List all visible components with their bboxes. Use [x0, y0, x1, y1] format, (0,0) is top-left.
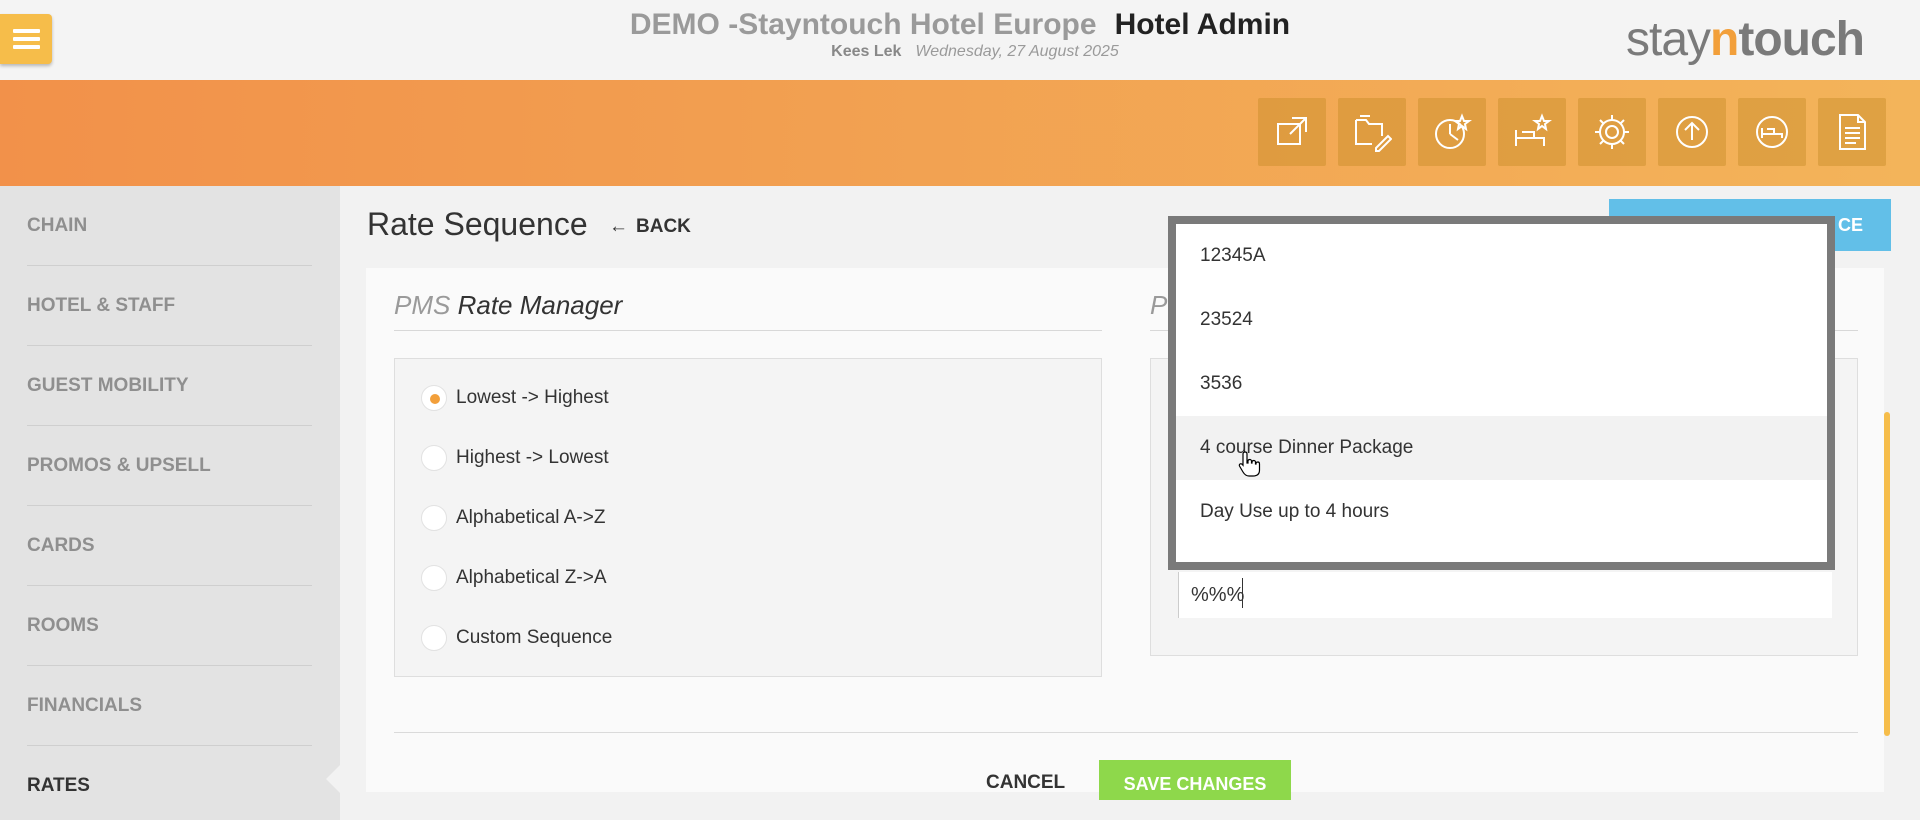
folder-edit-icon[interactable]	[1338, 98, 1406, 166]
dropdown-option[interactable]: 23524	[1176, 288, 1827, 352]
scrollbar[interactable]	[1884, 412, 1890, 736]
rate-autocomplete-dropdown: 12345A 23524 3536 4 course Dinner Packag…	[1168, 216, 1835, 570]
save-changes-button[interactable]: SAVE CHANGES	[1099, 760, 1291, 800]
top-header: DEMO -Stayntouch Hotel Europe Hotel Admin…	[0, 0, 1920, 80]
dropdown-option[interactable]: 4 course Dinner Package	[1176, 416, 1827, 480]
user-name: Kees Lek	[831, 43, 902, 60]
app-name: Hotel Admin	[1114, 8, 1291, 41]
rate-search-input[interactable]	[1178, 572, 1832, 618]
dropdown-option[interactable]: Day Use up to 4 hours	[1176, 480, 1827, 544]
radio-unchecked-icon	[421, 505, 447, 531]
toolbar-band	[0, 80, 1920, 186]
arrow-left-icon: ←	[609, 216, 628, 237]
external-link-icon[interactable]	[1258, 98, 1326, 166]
upload-icon[interactable]	[1658, 98, 1726, 166]
sidebar-item-rates[interactable]: RATES	[27, 746, 312, 820]
rate-manager-title: PMS Rate Manager	[394, 290, 623, 320]
page-title: Rate Sequence	[367, 206, 588, 242]
document-icon[interactable]	[1818, 98, 1886, 166]
sidebar-item-chain[interactable]: CHAIN	[27, 186, 312, 266]
star-chart-icon[interactable]	[1418, 98, 1486, 166]
section-divider	[394, 330, 1102, 331]
gear-icon[interactable]	[1578, 98, 1646, 166]
current-date: Wednesday, 27 August 2025	[915, 43, 1119, 60]
sort-options-box: Lowest -> Highest Highest -> Lowest Alph…	[394, 358, 1102, 677]
text-caret	[1242, 578, 1243, 608]
bed-star-icon[interactable]	[1498, 98, 1566, 166]
dropdown-option[interactable]: 3536	[1176, 352, 1827, 416]
active-nav-pointer	[326, 765, 340, 793]
sidebar-item-financials[interactable]: FINANCIALS	[27, 666, 312, 746]
sidebar-item-guest-mobility[interactable]: GUEST MOBILITY	[27, 346, 312, 426]
back-button[interactable]: ← BACK	[609, 216, 691, 238]
footer-divider	[394, 732, 1858, 733]
right-section-title: P	[1150, 290, 1168, 320]
sidebar-nav: CHAIN HOTEL & STAFF GUEST MOBILITY PROMO…	[0, 186, 340, 820]
sidebar-item-promos-upsell[interactable]: PROMOS & UPSELL	[27, 426, 312, 506]
radio-unchecked-icon	[421, 565, 447, 591]
sidebar-item-cards[interactable]: CARDS	[27, 506, 312, 586]
stayntouch-logo: stayntouch	[1626, 13, 1865, 66]
bed-icon[interactable]	[1738, 98, 1806, 166]
cancel-button[interactable]: CANCEL	[986, 772, 1065, 794]
radio-checked-icon	[421, 385, 447, 411]
dropdown-option[interactable]: 12345A	[1176, 224, 1827, 288]
hotel-name: DEMO -Stayntouch Hotel Europe	[629, 8, 1097, 41]
hand-pointer-icon	[1238, 451, 1261, 477]
radio-unchecked-icon	[421, 445, 447, 471]
radio-unchecked-icon	[421, 625, 447, 651]
sidebar-item-hotel-staff[interactable]: HOTEL & STAFF	[27, 266, 312, 346]
sidebar-item-rooms[interactable]: ROOMS	[27, 586, 312, 666]
